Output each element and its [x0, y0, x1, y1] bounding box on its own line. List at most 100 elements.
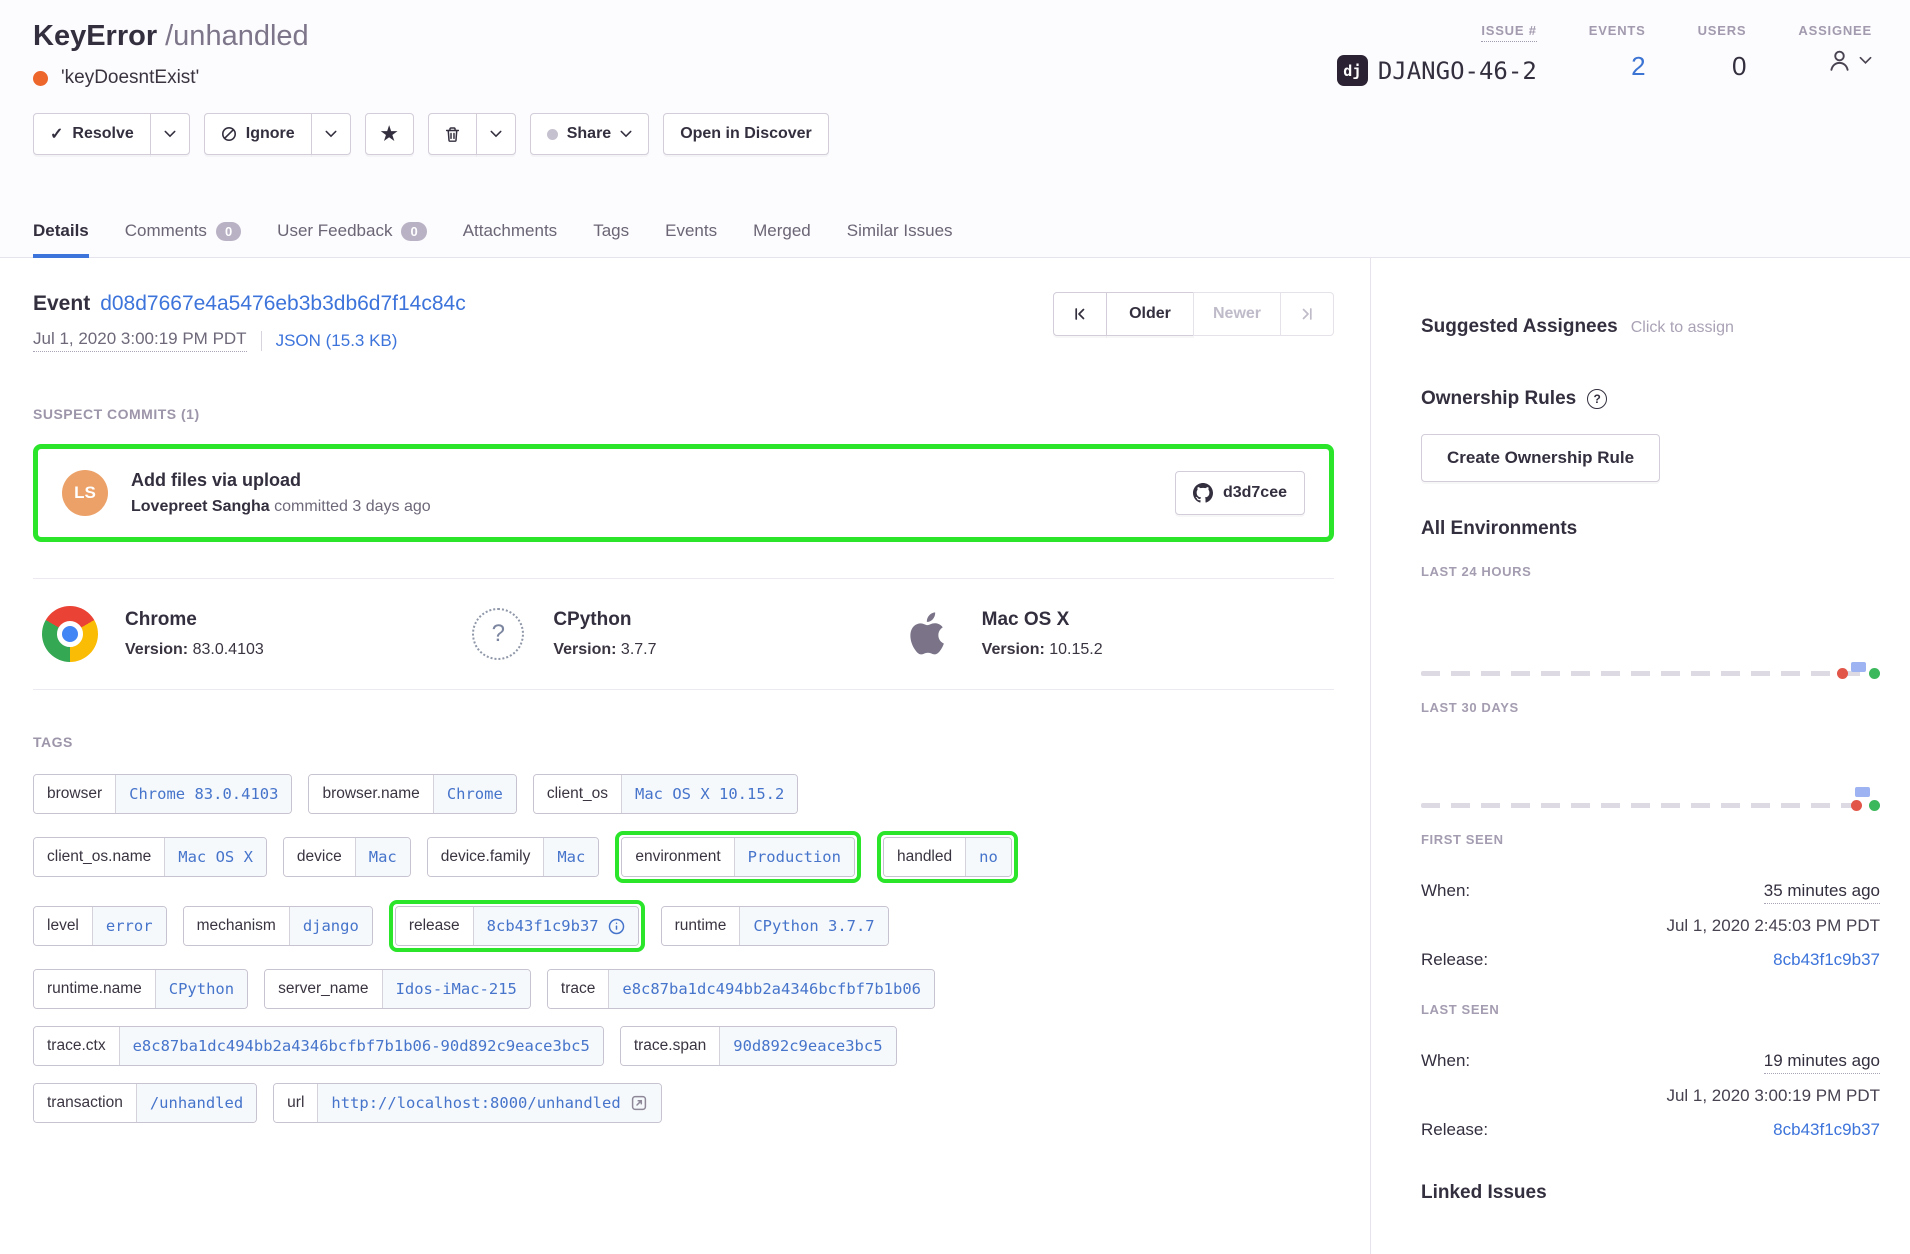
tag-row: levelerror mechanismdjango release8cb43f… — [33, 900, 1334, 952]
release-flag-icon — [1851, 662, 1866, 672]
older-event-button[interactable]: Older — [1106, 292, 1194, 336]
context-version: 83.0.4103 — [193, 641, 264, 658]
trash-icon — [444, 126, 461, 143]
tag-value-link[interactable]: Mac — [544, 838, 598, 876]
click-to-assign-hint: Click to assign — [1631, 319, 1734, 337]
annotation-box-release: release8cb43f1c9b37 — [389, 900, 645, 952]
tag-value-link[interactable]: error — [93, 907, 166, 945]
info-icon[interactable] — [608, 918, 625, 935]
help-icon[interactable]: ? — [1587, 389, 1607, 409]
tag-pill-mechanism: mechanismdjango — [183, 906, 373, 946]
tab-comments[interactable]: Comments0 — [125, 221, 241, 258]
first-seen-label: FIRST SEEN — [1421, 832, 1880, 847]
action-toolbar: ✓ Resolve Ignore ★ — [33, 113, 1880, 155]
ignore-button[interactable]: Ignore — [204, 113, 312, 155]
create-ownership-rule-button[interactable]: Create Ownership Rule — [1421, 434, 1660, 482]
stat-issue-number: ISSUE # dj DJANGO-46-2 — [1337, 23, 1537, 89]
events-count[interactable]: 2 — [1631, 51, 1645, 82]
tag-value-link[interactable]: Mac — [356, 838, 410, 876]
tag-value-link[interactable]: Chrome 83.0.4103 — [116, 775, 291, 813]
release-label: Release: — [1421, 950, 1488, 970]
events-label: EVENTS — [1589, 23, 1646, 38]
tab-tags[interactable]: Tags — [593, 221, 629, 258]
tab-merged[interactable]: Merged — [753, 221, 811, 258]
tag-value-link[interactable]: CPython — [156, 970, 247, 1008]
error-message: 'keyDoesntExist' — [61, 67, 199, 89]
tag-value-link[interactable]: Idos-iMac-215 — [383, 970, 530, 1008]
bookmark-star-button[interactable]: ★ — [365, 113, 414, 155]
suspect-commits-heading: SUSPECT COMMITS (1) — [33, 406, 1334, 422]
last-24-hours-label: LAST 24 HOURS — [1421, 564, 1880, 579]
context-os: Mac OS X Version: 10.15.2 — [898, 605, 1326, 663]
tag-pill-browser-name: browser.nameChrome — [308, 774, 516, 814]
delete-dropdown-button[interactable] — [476, 113, 516, 155]
commit-time: committed 3 days ago — [274, 498, 431, 515]
raw-json-link[interactable]: JSON (15.3 KB) — [276, 331, 398, 351]
tag-row: browserChrome 83.0.4103 browser.nameChro… — [33, 774, 1334, 814]
release-flag-icon — [1855, 787, 1870, 797]
ignore-icon — [221, 126, 237, 142]
first-seen-marker-icon — [1851, 800, 1862, 811]
event-id-link[interactable]: d08d7667e4a5476eb3b3db6d7f14c84c — [100, 292, 466, 315]
tag-value-link[interactable]: e8c87ba1dc494bb2a4346bcfbf7b1b06-90d892c… — [120, 1027, 603, 1065]
all-environments-title: All Environments — [1421, 518, 1880, 540]
tag-pill-url: urlhttp://localhost:8000/unhandled — [273, 1083, 662, 1123]
github-icon — [1193, 483, 1213, 503]
last-24h-sparkline — [1421, 671, 1880, 676]
first-seen-absolute: Jul 1, 2020 2:45:03 PM PDT — [1421, 916, 1880, 936]
assignee-dropdown[interactable] — [1826, 47, 1872, 74]
avatar: LS — [62, 470, 108, 516]
chrome-icon — [42, 606, 98, 662]
tab-details[interactable]: Details — [33, 221, 89, 258]
error-type: KeyError — [33, 20, 157, 52]
first-seen-release-link[interactable]: 8cb43f1c9b37 — [1773, 950, 1880, 970]
tag-row: client_os.nameMac OS X deviceMac device.… — [33, 831, 1334, 883]
tab-attachments[interactable]: Attachments — [463, 221, 558, 258]
tag-value-link[interactable]: /unhandled — [137, 1084, 256, 1122]
tag-value-link[interactable]: http://localhost:8000/unhandled — [318, 1084, 660, 1122]
tag-row: runtime.nameCPython server_nameIdos-iMac… — [33, 969, 1334, 1009]
commit-sha-button[interactable]: d3d7cee — [1175, 471, 1305, 515]
annotation-box-commit: LS Add files via upload Lovepreet Sangha… — [33, 444, 1334, 542]
tag-pill-environment: environmentProduction — [621, 837, 855, 877]
tab-user-feedback[interactable]: User Feedback0 — [277, 221, 427, 258]
tag-pill-device-family: device.familyMac — [427, 837, 600, 877]
last-seen-release-link[interactable]: 8cb43f1c9b37 — [1773, 1120, 1880, 1140]
oldest-event-button[interactable] — [1053, 292, 1107, 336]
newer-event-button[interactable]: Newer — [1193, 292, 1281, 336]
tag-value-link[interactable]: Mac OS X — [165, 838, 266, 876]
tag-value-link[interactable]: Production — [735, 838, 854, 876]
resolve-button[interactable]: ✓ Resolve — [33, 113, 151, 155]
users-count[interactable]: 0 — [1732, 51, 1746, 82]
newest-event-button[interactable] — [1280, 292, 1334, 336]
delete-button[interactable] — [428, 113, 477, 155]
resolve-dropdown-button[interactable] — [150, 113, 190, 155]
event-pagination: Older Newer — [1053, 292, 1334, 336]
tag-value-link[interactable]: 90d892c9eace3bc5 — [720, 1027, 895, 1065]
assignee-label: ASSIGNEE — [1798, 23, 1872, 38]
share-privacy-dot-icon — [547, 129, 558, 140]
tag-value-link[interactable]: Chrome — [434, 775, 516, 813]
external-link-icon[interactable] — [630, 1094, 648, 1112]
suspect-commit-card: LS Add files via upload Lovepreet Sangha… — [38, 449, 1329, 537]
users-label: USERS — [1698, 23, 1747, 38]
context-name: CPython — [553, 609, 656, 631]
tag-value-link[interactable]: 8cb43f1c9b37 — [474, 907, 638, 945]
stat-assignee: ASSIGNEE — [1798, 23, 1872, 89]
tag-value-link[interactable]: no — [966, 838, 1011, 876]
tag-value-link[interactable]: Mac OS X 10.15.2 — [622, 775, 797, 813]
tag-value-link[interactable]: CPython 3.7.7 — [740, 907, 887, 945]
share-button[interactable]: Share — [530, 113, 649, 155]
divider — [261, 331, 262, 351]
tag-value-link[interactable]: e8c87ba1dc494bb2a4346bcfbf7b1b06 — [609, 970, 934, 1008]
tag-value-link[interactable]: django — [290, 907, 372, 945]
commit-author: Lovepreet Sangha — [131, 498, 270, 515]
tab-similar-issues[interactable]: Similar Issues — [847, 221, 953, 258]
ignore-dropdown-button[interactable] — [311, 113, 351, 155]
open-in-discover-button[interactable]: Open in Discover — [663, 113, 829, 155]
tab-events[interactable]: Events — [665, 221, 717, 258]
last-seen-marker-icon — [1869, 668, 1880, 679]
issue-sidebar: Suggested Assignees Click to assign Owne… — [1370, 258, 1910, 1254]
ownership-rules-title: Ownership Rules — [1421, 388, 1576, 410]
last-seen-absolute: Jul 1, 2020 3:00:19 PM PDT — [1421, 1086, 1880, 1106]
